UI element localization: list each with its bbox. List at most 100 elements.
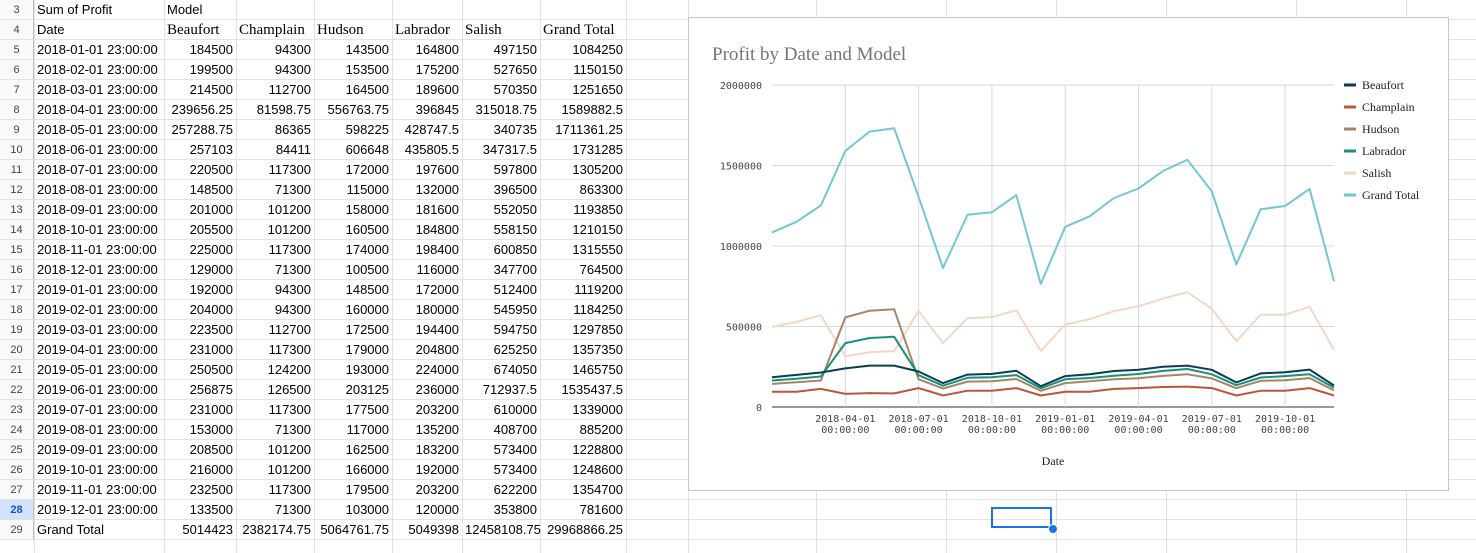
value-cell[interactable]: 573400 <box>462 460 540 480</box>
row-header-8[interactable]: 8 <box>0 100 34 120</box>
row-header-27[interactable]: 27 <box>0 480 34 500</box>
value-cell[interactable]: 594750 <box>462 320 540 340</box>
row-header-3[interactable]: 3 <box>0 0 34 20</box>
row-header-10[interactable]: 10 <box>0 140 34 160</box>
value-cell[interactable]: 184800 <box>392 220 462 240</box>
value-cell[interactable]: 625250 <box>462 340 540 360</box>
value-cell[interactable]: 143500 <box>314 40 392 60</box>
row-header-9[interactable]: 9 <box>0 120 34 140</box>
value-cell[interactable]: 172500 <box>314 320 392 340</box>
value-cell[interactable]: 94300 <box>236 40 314 60</box>
value-cell[interactable]: 1589882.5 <box>540 100 626 120</box>
value-cell[interactable]: 160500 <box>314 220 392 240</box>
value-cell[interactable]: 71300 <box>236 500 314 520</box>
value-cell[interactable]: 101200 <box>236 220 314 240</box>
date-cell[interactable]: 2019-11-01 23:00:00 <box>34 480 164 500</box>
value-cell[interactable]: 192000 <box>164 280 236 300</box>
date-cell[interactable]: 2018-06-01 23:00:00 <box>34 140 164 160</box>
selected-cell[interactable] <box>991 507 1052 528</box>
value-cell[interactable]: 153500 <box>314 60 392 80</box>
value-cell[interactable]: 1339000 <box>540 400 626 420</box>
value-cell[interactable]: 81598.75 <box>236 100 314 120</box>
grand-total-value-cell[interactable]: 2382174.75 <box>236 520 314 540</box>
date-cell[interactable]: 2018-09-01 23:00:00 <box>34 200 164 220</box>
date-cell[interactable]: 2018-11-01 23:00:00 <box>34 240 164 260</box>
value-cell[interactable]: 512400 <box>462 280 540 300</box>
value-cell[interactable]: 101200 <box>236 440 314 460</box>
row-header-7[interactable]: 7 <box>0 80 34 100</box>
value-cell[interactable]: 117300 <box>236 240 314 260</box>
date-cell[interactable]: 2019-05-01 23:00:00 <box>34 360 164 380</box>
value-cell[interactable]: 177500 <box>314 400 392 420</box>
value-cell[interactable]: 71300 <box>236 420 314 440</box>
value-cell[interactable]: 192000 <box>392 460 462 480</box>
row-header-11[interactable]: 11 <box>0 160 34 180</box>
date-cell[interactable]: 2018-05-01 23:00:00 <box>34 120 164 140</box>
value-cell[interactable]: 1297850 <box>540 320 626 340</box>
value-cell[interactable]: 353800 <box>462 500 540 520</box>
value-cell[interactable]: 201000 <box>164 200 236 220</box>
value-cell[interactable]: 396500 <box>462 180 540 200</box>
date-cell[interactable]: 2018-10-01 23:00:00 <box>34 220 164 240</box>
date-cell[interactable]: 2018-08-01 23:00:00 <box>34 180 164 200</box>
date-header-cell[interactable]: Date <box>34 20 164 40</box>
value-cell[interactable]: 198400 <box>392 240 462 260</box>
date-cell[interactable]: 2019-10-01 23:00:00 <box>34 460 164 480</box>
row-header-5[interactable]: 5 <box>0 40 34 60</box>
value-cell[interactable]: 84411 <box>236 140 314 160</box>
grand-total-value-cell[interactable]: 29968866.25 <box>540 520 626 540</box>
value-cell[interactable]: 597800 <box>462 160 540 180</box>
value-cell[interactable]: 179000 <box>314 340 392 360</box>
date-cell[interactable]: 2019-01-01 23:00:00 <box>34 280 164 300</box>
date-cell[interactable]: 2018-01-01 23:00:00 <box>34 40 164 60</box>
value-cell[interactable]: 610000 <box>462 400 540 420</box>
value-cell[interactable]: 194400 <box>392 320 462 340</box>
value-cell[interactable]: 239656.25 <box>164 100 236 120</box>
value-cell[interactable]: 885200 <box>540 420 626 440</box>
row-header-22[interactable]: 22 <box>0 380 34 400</box>
value-cell[interactable]: 1711361.25 <box>540 120 626 140</box>
value-cell[interactable]: 1251650 <box>540 80 626 100</box>
value-cell[interactable]: 197600 <box>392 160 462 180</box>
row-header-24[interactable]: 24 <box>0 420 34 440</box>
value-cell[interactable]: 148500 <box>314 280 392 300</box>
value-cell[interactable]: 257103 <box>164 140 236 160</box>
value-cell[interactable]: 180000 <box>392 300 462 320</box>
fill-handle[interactable] <box>1048 524 1058 534</box>
value-cell[interactable]: 189600 <box>392 80 462 100</box>
value-cell[interactable]: 86365 <box>236 120 314 140</box>
value-cell[interactable]: 203200 <box>392 400 462 420</box>
value-cell[interactable]: 214500 <box>164 80 236 100</box>
value-cell[interactable]: 71300 <box>236 260 314 280</box>
value-cell[interactable]: 1119200 <box>540 280 626 300</box>
value-cell[interactable]: 764500 <box>540 260 626 280</box>
row-header-29[interactable]: 29 <box>0 520 34 540</box>
value-cell[interactable]: 315018.75 <box>462 100 540 120</box>
value-cell[interactable]: 120000 <box>392 500 462 520</box>
value-cell[interactable]: 1357350 <box>540 340 626 360</box>
value-cell[interactable]: 781600 <box>540 500 626 520</box>
value-cell[interactable]: 573400 <box>462 440 540 460</box>
value-cell[interactable]: 101200 <box>236 200 314 220</box>
value-cell[interactable]: 204000 <box>164 300 236 320</box>
row-header-28[interactable]: 28 <box>0 500 34 520</box>
model-header-cell[interactable]: Labrador <box>392 20 462 40</box>
model-header-cell[interactable]: Grand Total <box>540 20 626 40</box>
value-cell[interactable]: 101200 <box>236 460 314 480</box>
value-cell[interactable]: 1535437.5 <box>540 380 626 400</box>
value-cell[interactable]: 193000 <box>314 360 392 380</box>
value-cell[interactable]: 174000 <box>314 240 392 260</box>
grand-total-value-cell[interactable]: 5049398 <box>392 520 462 540</box>
row-header-4[interactable]: 4 <box>0 20 34 40</box>
value-cell[interactable]: 1248600 <box>540 460 626 480</box>
model-header-cell[interactable]: Hudson <box>314 20 392 40</box>
value-cell[interactable]: 133500 <box>164 500 236 520</box>
value-cell[interactable]: 225000 <box>164 240 236 260</box>
value-cell[interactable]: 117300 <box>236 480 314 500</box>
value-cell[interactable]: 148500 <box>164 180 236 200</box>
value-cell[interactable]: 256875 <box>164 380 236 400</box>
value-cell[interactable]: 1210150 <box>540 220 626 240</box>
row-header-13[interactable]: 13 <box>0 200 34 220</box>
value-cell[interactable]: 236000 <box>392 380 462 400</box>
value-cell[interactable]: 112700 <box>236 320 314 340</box>
